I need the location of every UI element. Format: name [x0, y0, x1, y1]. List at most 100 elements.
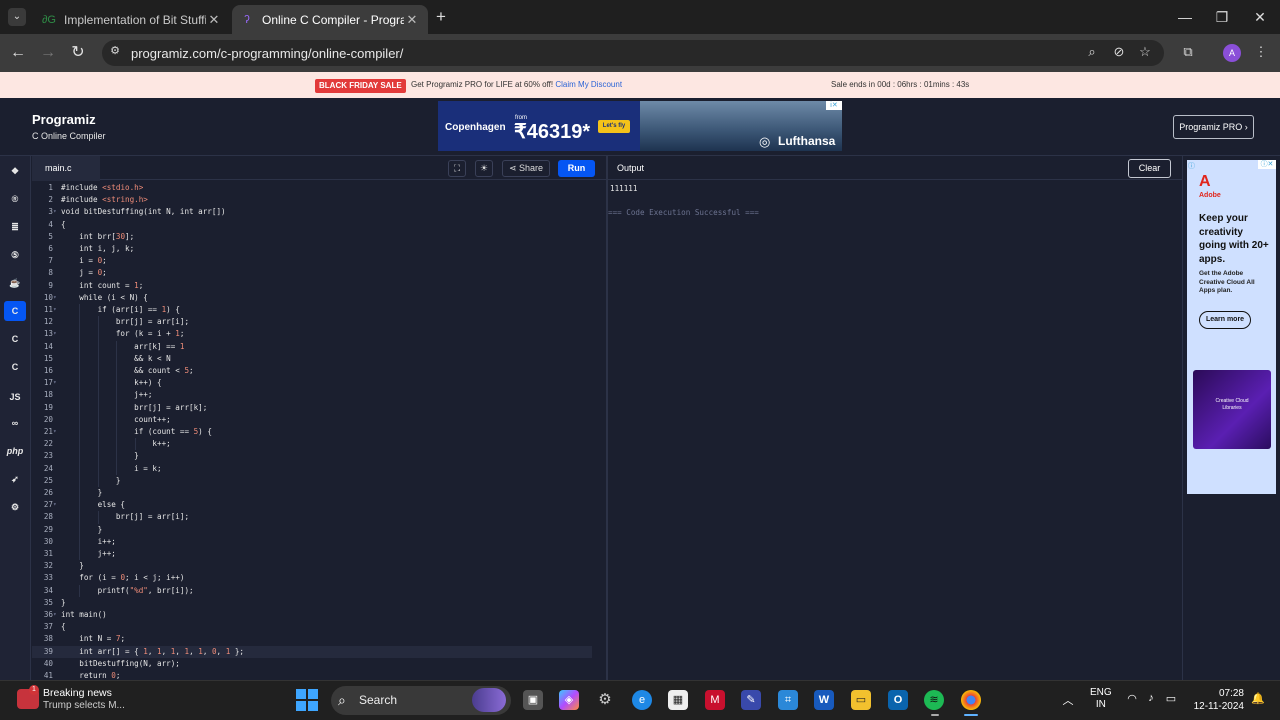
fold-arrow-icon[interactable]: ▾	[53, 609, 59, 621]
language-indicator[interactable]: ENG IN	[1090, 687, 1112, 711]
code-line[interactable]: 35}	[32, 597, 592, 609]
edge-icon[interactable]: e	[632, 690, 652, 710]
spotify-icon[interactable]: ≋	[924, 690, 944, 710]
code-line[interactable]: 33 for (i = 0; i < j; i++)	[32, 572, 592, 584]
close-tab-icon[interactable]: ✕	[206, 12, 222, 28]
file-explorer-icon[interactable]: ▭	[851, 690, 871, 710]
code-line[interactable]: 19 brr[j] = arr[k];	[32, 401, 592, 414]
cpp-icon[interactable]: C	[4, 329, 26, 349]
minimize-button[interactable]: —	[1166, 6, 1204, 28]
code-line[interactable]: 25 }	[32, 474, 592, 487]
code-line[interactable]: 3 ▾ void bitDestuffing(int N, int arr[])	[32, 206, 592, 218]
chrome-icon[interactable]	[961, 690, 981, 710]
volume-icon[interactable]: ♪	[1143, 692, 1159, 704]
code-line[interactable]: 18 j++;	[32, 389, 592, 402]
pane-divider[interactable]	[606, 156, 608, 680]
rust-icon[interactable]: ⚙	[4, 497, 26, 517]
site-info-icon[interactable]: ⚙	[106, 44, 124, 57]
code-line[interactable]: 7 i = 0;	[32, 255, 592, 267]
start-button[interactable]	[296, 689, 318, 711]
fold-arrow-icon[interactable]: ▾	[53, 426, 59, 438]
mcafee-icon[interactable]: M	[705, 690, 725, 710]
code-line[interactable]: 38 int N = 7;	[32, 633, 592, 645]
share-button[interactable]: ⋖ Share	[502, 160, 550, 177]
fullscreen-icon[interactable]: ⛶	[448, 160, 466, 177]
java-icon[interactable]: ☕	[4, 273, 26, 293]
code-line[interactable]: 1 #include <stdio.h>	[32, 182, 592, 194]
news-title[interactable]: Breaking news	[43, 687, 112, 699]
ad-cta-button[interactable]: Let's fly	[598, 120, 630, 133]
code-line[interactable]: 4{	[32, 219, 592, 231]
code-line[interactable]: 40 bitDestuffing(N, arr);	[32, 658, 592, 670]
word-icon[interactable]: W	[814, 690, 834, 710]
code-editor[interactable]: 1 #include <stdio.h> 2 #include <string.h> 3…	[32, 182, 606, 680]
code-line[interactable]: 5 int brr[30];	[32, 231, 592, 243]
menu-icon[interactable]: ⋮	[1252, 44, 1270, 60]
code-line[interactable]: 26 }	[32, 487, 592, 500]
url-text[interactable]: programiz.com/c-programming/online-compi…	[131, 46, 403, 61]
battery-icon[interactable]: ▭	[1163, 692, 1179, 705]
r-icon[interactable]: ®	[4, 189, 26, 209]
code-line[interactable]: 13 ▾ for (k = i + 1;	[32, 328, 592, 341]
fold-arrow-icon[interactable]: ▾	[53, 292, 59, 304]
ad-close-icon[interactable]: ⓘ✕	[1258, 160, 1276, 169]
clock[interactable]: 07:28 12-11-2024	[1190, 687, 1244, 713]
fold-arrow-icon[interactable]: ▾	[53, 206, 59, 218]
code-line[interactable]: 28 brr[j] = arr[i];	[32, 511, 592, 524]
close-tab-icon[interactable]: ✕	[404, 12, 420, 28]
code-line[interactable]: 31 j++;	[32, 548, 592, 561]
forward-button[interactable]: →	[36, 42, 60, 64]
fold-arrow-icon[interactable]: ▾	[53, 377, 59, 389]
code-line[interactable]: 29 }	[32, 523, 592, 536]
code-line[interactable]: 32 }	[32, 560, 592, 572]
code-line[interactable]: 23 }	[32, 450, 592, 463]
code-line[interactable]: 27 ▾ else {	[32, 499, 592, 512]
html-icon[interactable]: ⑤	[4, 245, 26, 265]
ad-choices-icon[interactable]: i✕	[826, 101, 842, 110]
code-line[interactable]: 17 ▾ k++) {	[32, 377, 592, 390]
outlook-icon[interactable]: O	[888, 690, 908, 710]
theme-toggle-icon[interactable]: ☀	[475, 160, 493, 177]
csharp-icon[interactable]: C	[4, 357, 26, 377]
code-line[interactable]: 24 i = k;	[32, 462, 592, 475]
notification-bell-icon[interactable]: 🔔	[1250, 692, 1266, 705]
copilot-icon[interactable]: ◈	[559, 690, 579, 710]
chevron-up-icon[interactable]: ︿	[1060, 692, 1076, 708]
tab-search-button[interactable]: ⌄	[8, 8, 26, 26]
code-line[interactable]: 9 int count = 1;	[32, 280, 592, 292]
code-line[interactable]: 34 printf("%d", brr[i]);	[32, 584, 592, 597]
maximize-button[interactable]: ❐	[1203, 6, 1241, 28]
go-icon[interactable]: ∞	[4, 413, 26, 433]
code-line[interactable]: 37 {	[32, 621, 592, 633]
bookmark-star-icon[interactable]: ☆	[1136, 44, 1154, 60]
settings-icon[interactable]: ⚙	[595, 690, 615, 710]
back-button[interactable]: ←	[6, 42, 30, 64]
code-line[interactable]: 21 ▾ if (count == 5) {	[32, 426, 592, 439]
close-window-button[interactable]: ✕	[1241, 6, 1279, 28]
code-line[interactable]: 30 i++;	[32, 535, 592, 548]
fold-arrow-icon[interactable]: ▾	[53, 499, 59, 511]
network-app-icon[interactable]: ⌗	[778, 690, 798, 710]
tab-bit-stuffing[interactable]: ∂G Implementation of Bit Stuffing ✕	[34, 5, 230, 34]
store-icon[interactable]: ▦	[668, 690, 688, 710]
fold-arrow-icon[interactable]: ▾	[53, 328, 59, 340]
code-line[interactable]: 16 && count < 5;	[32, 365, 592, 378]
run-button[interactable]: Run	[558, 160, 595, 177]
js-icon[interactable]: JS	[4, 387, 26, 407]
code-line[interactable]: 12 brr[j] = arr[i];	[32, 316, 592, 329]
promo-link[interactable]: Claim My Discount	[555, 80, 622, 89]
file-tab[interactable]: main.c	[32, 156, 100, 181]
zoom-icon[interactable]: ⌕	[1083, 44, 1101, 60]
code-line[interactable]: 11 ▾ if (arr[i] == 1) {	[32, 304, 592, 317]
swift-icon[interactable]: ➶	[4, 469, 26, 489]
wifi-icon[interactable]: ◠	[1124, 692, 1140, 705]
programiz-logo[interactable]: Programiz	[32, 112, 96, 127]
fold-arrow-icon[interactable]: ▾	[53, 304, 59, 316]
extensions-icon[interactable]: ⧉	[1179, 44, 1197, 60]
sql-icon[interactable]: ≣	[4, 217, 26, 237]
tab-online-compiler[interactable]: ʔ Online C Compiler - Programiz ✕	[232, 5, 428, 34]
code-line[interactable]: 15 && k < N	[32, 352, 592, 365]
code-line[interactable]: 39 int arr[] = { 1, 1, 1, 1, 1, 0, 1 };	[32, 645, 592, 658]
reload-button[interactable]: ↻	[66, 42, 90, 64]
code-line[interactable]: 41 return 0;	[32, 670, 592, 680]
